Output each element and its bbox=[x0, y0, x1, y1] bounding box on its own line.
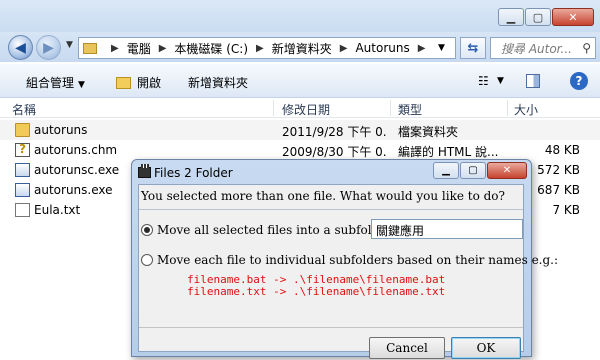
subfolder-name-input[interactable]: 關鍵應用 bbox=[371, 219, 523, 239]
example-line-2: filename.txt -> .\filename\filename.txt bbox=[187, 285, 446, 298]
file-date: 2011/9/28 下午 0... bbox=[282, 125, 386, 139]
preview-pane-icon[interactable] bbox=[526, 74, 540, 88]
views-icon: ☷ bbox=[478, 74, 489, 88]
open-button[interactable]: 開啟 bbox=[116, 74, 161, 91]
address-dropdown[interactable]: ▼ bbox=[438, 43, 445, 53]
command-toolbar: 組合管理 ▼ 開啟 新增資料夾 ☷ ▼ ? bbox=[0, 64, 600, 98]
refresh-button[interactable]: ⇆ bbox=[460, 37, 486, 59]
chevron-down-icon: ▼ bbox=[497, 76, 504, 86]
dialog-question: You selected more than one file. What wo… bbox=[141, 189, 505, 203]
column-date[interactable]: 修改日期 bbox=[282, 101, 330, 118]
file-name: Eula.txt bbox=[34, 203, 81, 217]
cancel-button[interactable]: Cancel bbox=[369, 337, 445, 359]
navigation-bar: ◀ ▶ ▼ ▶ 電腦 ▶ 本機磁碟 (C:) ▶ 新增資料夾 ▶ Autorun… bbox=[0, 32, 600, 62]
button-separator bbox=[139, 327, 523, 328]
column-divider[interactable] bbox=[390, 100, 391, 116]
files-2-folder-dialog: Files 2 Folder ▁ ▢ ✕ You selected more t… bbox=[131, 159, 558, 359]
folder-icon bbox=[83, 42, 97, 54]
breadcrumb-autoruns[interactable]: Autoruns bbox=[355, 41, 409, 55]
dialog-title: Files 2 Folder bbox=[154, 166, 233, 180]
maximize-button[interactable]: ▢ bbox=[525, 8, 551, 26]
file-name: autoruns.exe bbox=[34, 183, 113, 197]
open-label: 開啟 bbox=[137, 76, 162, 90]
chevron-right-icon[interactable]: ▶ bbox=[256, 43, 264, 54]
file-type: 檔案資料夾 bbox=[398, 125, 459, 139]
film-clapper-icon bbox=[138, 164, 151, 178]
file-type: 編譯的 HTML 說... bbox=[398, 145, 499, 159]
dialog-close-button[interactable]: ✕ bbox=[487, 162, 527, 179]
chevron-right-icon[interactable]: ▶ bbox=[111, 43, 119, 54]
column-name[interactable]: 名稱 bbox=[12, 101, 36, 118]
file-name: autoruns.chm bbox=[34, 143, 118, 157]
minimize-button[interactable]: ▁ bbox=[498, 8, 524, 26]
dialog-maximize-button[interactable]: ▢ bbox=[460, 162, 486, 179]
chevron-down-icon: ▼ bbox=[78, 80, 85, 90]
forward-arrow-icon: ▶ bbox=[43, 39, 54, 56]
search-icon[interactable]: ⚲ bbox=[582, 41, 591, 55]
chevron-right-icon[interactable]: ▶ bbox=[159, 43, 167, 54]
exe-file-icon bbox=[15, 183, 30, 197]
views-dropdown[interactable]: ▼ bbox=[497, 76, 504, 86]
recent-pages-dropdown[interactable]: ▼ bbox=[66, 40, 73, 50]
folder-icon bbox=[15, 123, 30, 137]
breadcrumb-computer[interactable]: 電腦 bbox=[127, 40, 151, 57]
divider bbox=[139, 209, 523, 210]
option-individual-subfolders[interactable]: Move each file to individual subfolders … bbox=[141, 253, 558, 267]
new-folder-button[interactable]: 新增資料夾 bbox=[188, 74, 248, 91]
text-file-icon bbox=[15, 203, 30, 217]
column-headers: 名稱 修改日期 類型 大小 bbox=[0, 98, 600, 118]
file-row[interactable]: autoruns 2011/9/28 下午 0... 檔案資料夾 bbox=[0, 120, 600, 140]
search-input[interactable]: 搜尋 Autor... ⚲ bbox=[490, 37, 596, 59]
back-arrow-icon: ◀ bbox=[15, 39, 26, 56]
column-type[interactable]: 類型 bbox=[398, 101, 422, 118]
file-date: 2009/8/30 下午 0... bbox=[282, 145, 386, 159]
forward-button[interactable]: ▶ bbox=[36, 35, 61, 60]
file-size: 7 KB bbox=[552, 203, 580, 217]
help-icon[interactable]: ? bbox=[570, 72, 588, 90]
dialog-window-controls: ▁ ▢ ✕ bbox=[432, 162, 527, 179]
option-individual-subfolders-label[interactable]: Move each file to individual subfolders … bbox=[157, 253, 558, 267]
chm-file-icon bbox=[15, 142, 30, 157]
exe-file-icon bbox=[15, 163, 30, 177]
file-size: 48 KB bbox=[544, 143, 580, 157]
ok-button[interactable]: OK bbox=[451, 337, 521, 359]
explorer-title-bar: ▁ ▢ ✕ bbox=[0, 0, 600, 32]
column-divider[interactable] bbox=[273, 100, 274, 116]
file-row[interactable]: autoruns.chm 2009/8/30 下午 0... 編譯的 HTML … bbox=[0, 140, 600, 160]
breadcrumb-new-folder[interactable]: 新增資料夾 bbox=[272, 40, 332, 57]
radio-move-into-subfolder[interactable] bbox=[141, 224, 153, 236]
new-folder-label: 新增資料夾 bbox=[188, 76, 249, 90]
file-name: autorunsc.exe bbox=[34, 163, 120, 177]
file-size: 572 KB bbox=[537, 163, 580, 177]
chevron-right-icon[interactable]: ▶ bbox=[418, 43, 426, 54]
dialog-minimize-button[interactable]: ▁ bbox=[433, 162, 459, 179]
breadcrumb-local-disk[interactable]: 本機磁碟 (C:) bbox=[174, 40, 248, 57]
refresh-icon: ⇆ bbox=[467, 40, 479, 56]
radio-individual-subfolders[interactable] bbox=[141, 254, 153, 266]
file-name: autoruns bbox=[34, 123, 88, 137]
dialog-body: You selected more than one file. What wo… bbox=[138, 184, 558, 359]
window-controls: ▁ ▢ ✕ bbox=[497, 8, 594, 26]
column-divider[interactable] bbox=[507, 100, 508, 116]
open-icon bbox=[116, 77, 131, 89]
search-placeholder: 搜尋 Autor... bbox=[501, 41, 572, 56]
chevron-right-icon[interactable]: ▶ bbox=[340, 43, 348, 54]
address-bar[interactable]: ▶ 電腦 ▶ 本機磁碟 (C:) ▶ 新增資料夾 ▶ Autoruns ▶ bbox=[78, 37, 456, 59]
views-button[interactable]: ☷ bbox=[478, 74, 489, 88]
file-size: 687 KB bbox=[537, 183, 580, 197]
column-size[interactable]: 大小 bbox=[514, 101, 538, 118]
organize-label: 組合管理 bbox=[26, 76, 75, 90]
close-button[interactable]: ✕ bbox=[552, 8, 594, 26]
back-button[interactable]: ◀ bbox=[8, 35, 33, 60]
organize-button[interactable]: 組合管理 ▼ bbox=[26, 74, 85, 91]
